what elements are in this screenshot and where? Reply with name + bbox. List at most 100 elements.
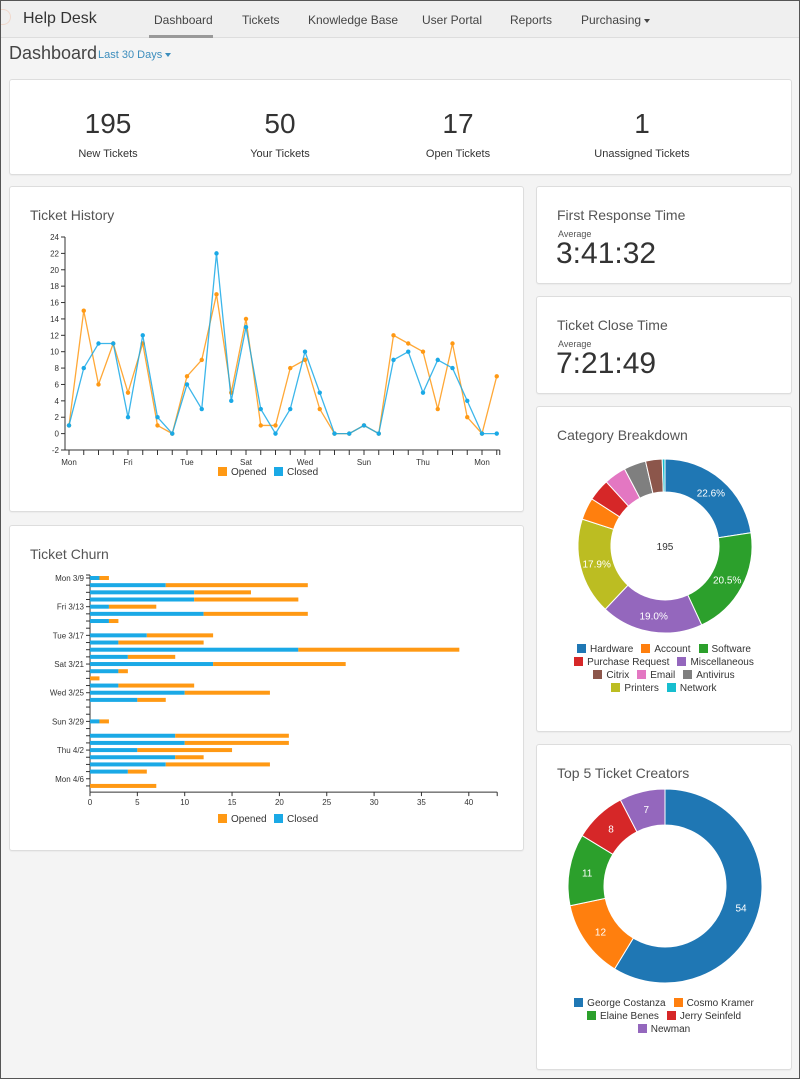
bar-closed [90, 654, 128, 659]
legend-item[interactable]: Email [637, 669, 675, 682]
data-point-closed [406, 349, 411, 354]
top-creators-panel: Top 5 Ticket Creators 54 12 11 8 7 George Co… [536, 744, 792, 1070]
bar-opened [184, 690, 270, 695]
data-point-opened [420, 349, 426, 354]
bar-opened [127, 654, 176, 659]
brand-title[interactable]: Help Desk [23, 10, 97, 28]
data-point-closed [273, 431, 278, 436]
legend-item[interactable]: Hardware [577, 643, 633, 656]
bar-opened [194, 590, 251, 595]
nav-dashboard[interactable]: Dashboard [154, 13, 213, 27]
nav-tickets[interactable]: Tickets [242, 13, 280, 27]
bar-opened [118, 669, 128, 674]
stat-label: Your Tickets [250, 148, 310, 160]
legend-row: Citrix Email Antivirus [537, 669, 791, 682]
legend-item[interactable]: Software [698, 643, 751, 656]
data-point-opened [258, 423, 263, 428]
stat-your-tickets[interactable]: 50 Your Tickets [210, 108, 350, 160]
legend-swatch [641, 644, 651, 653]
legend-item[interactable]: Elaine Benes [586, 1010, 659, 1023]
legend-swatch [637, 670, 647, 679]
nav-purchasing[interactable]: Purchasing [581, 13, 651, 27]
stat-value: 195 [84, 108, 132, 139]
data-point-closed [111, 341, 116, 346]
row-label: Wed 3/25 [50, 689, 85, 698]
bar-closed [90, 662, 214, 667]
slice-label: 54 [736, 903, 748, 914]
y-tick-label: 6 [55, 380, 60, 389]
stat-unassigned-tickets[interactable]: 1 Unassigned Tickets [572, 108, 712, 160]
data-point-closed [170, 431, 175, 436]
bar-opened [194, 597, 299, 602]
ticket-history-chart: -2024681012141618202224Mon Fri Tue Sat Wed Su… [50, 233, 501, 478]
legend-swatch [574, 657, 584, 666]
legend-label: Hardware [590, 644, 634, 655]
bar-closed [90, 633, 147, 638]
nav-user-portal[interactable]: User Portal [422, 13, 482, 27]
slice-label: 20.5% [713, 575, 741, 586]
stat-new-tickets[interactable]: 195 New Tickets [38, 108, 178, 160]
data-point-opened [494, 374, 499, 379]
legend-item[interactable]: Printers [611, 682, 659, 695]
bar-opened [184, 740, 289, 745]
data-point-closed [494, 431, 499, 436]
nav-reports[interactable]: Reports [510, 13, 552, 27]
bar-opened [165, 762, 270, 767]
data-point-opened [125, 390, 131, 395]
y-tick-label: 24 [50, 233, 59, 242]
data-point-opened [391, 333, 396, 338]
legend-item[interactable]: Antivirus [683, 669, 735, 682]
legend-label: Miscellaneous [690, 657, 754, 668]
bar-opened [137, 697, 166, 702]
stat-open-tickets[interactable]: 17 Open Tickets [388, 108, 528, 160]
nav-knowledge-base[interactable]: Knowledge Base [308, 13, 398, 27]
x-tick-label: 40 [464, 798, 473, 807]
data-point-opened [288, 365, 293, 371]
bar-closed [90, 755, 176, 760]
y-tick-label: -2 [52, 446, 60, 455]
legend-row: Purchase Request Miscellaneous [537, 656, 791, 669]
active-tab-indicator [149, 35, 213, 38]
caret-down-icon [644, 18, 651, 23]
legend-label: George Costanza [587, 998, 666, 1009]
data-point-closed [125, 415, 131, 420]
bar-opened [127, 769, 147, 774]
row-label: Fri 3/13 [57, 603, 85, 612]
legend-item[interactable]: Network [666, 682, 717, 695]
date-range-dropdown[interactable]: Last 30 Days [98, 49, 172, 61]
data-point-closed [140, 333, 145, 338]
y-tick-label: 18 [50, 282, 59, 291]
row-label: Thu 4/2 [57, 746, 85, 755]
category-breakdown-panel: Category Breakdown 22.6% 20.5% 19.0% 17.9% 1… [536, 406, 792, 732]
bar-closed [90, 640, 119, 645]
data-point-closed [435, 357, 440, 363]
x-tick-label: 30 [370, 798, 379, 807]
bar-closed [90, 733, 176, 738]
legend-swatch [586, 1011, 596, 1020]
legend-item[interactable]: Cosmo Kramer [673, 997, 754, 1010]
legend-item[interactable]: George Costanza [574, 997, 666, 1010]
legend-swatch [593, 670, 603, 679]
legend-item[interactable]: Jerry Seinfeld [666, 1010, 741, 1023]
bar-closed [90, 604, 109, 609]
bar-opened [118, 640, 204, 645]
panel-title: Ticket Close Time [557, 317, 668, 333]
legend-row: Elaine Benes Jerry Seinfeld [537, 1010, 791, 1023]
bar-opened [146, 633, 214, 638]
first-response-value: 3:41:32 [556, 237, 657, 270]
bar-closed [90, 769, 128, 774]
legend-swatch [577, 644, 587, 653]
slice-label: 7 [644, 805, 650, 816]
legend-item[interactable]: Newman [637, 1023, 690, 1036]
legend-item[interactable]: Account [641, 643, 691, 656]
slice-label: 8 [608, 824, 614, 835]
legend-item[interactable]: Citrix [593, 669, 629, 682]
legend-swatch-opened [218, 814, 227, 823]
x-tick-label: Mon [61, 458, 77, 467]
data-point-opened [155, 423, 160, 428]
legend-item[interactable]: Purchase Request [574, 656, 669, 669]
legend-item[interactable]: Miscellaneous [677, 656, 754, 669]
bar-opened [175, 733, 289, 738]
legend-swatch [574, 998, 584, 1007]
first-response-panel: First Response Time Average 3:41:32 [536, 186, 792, 284]
